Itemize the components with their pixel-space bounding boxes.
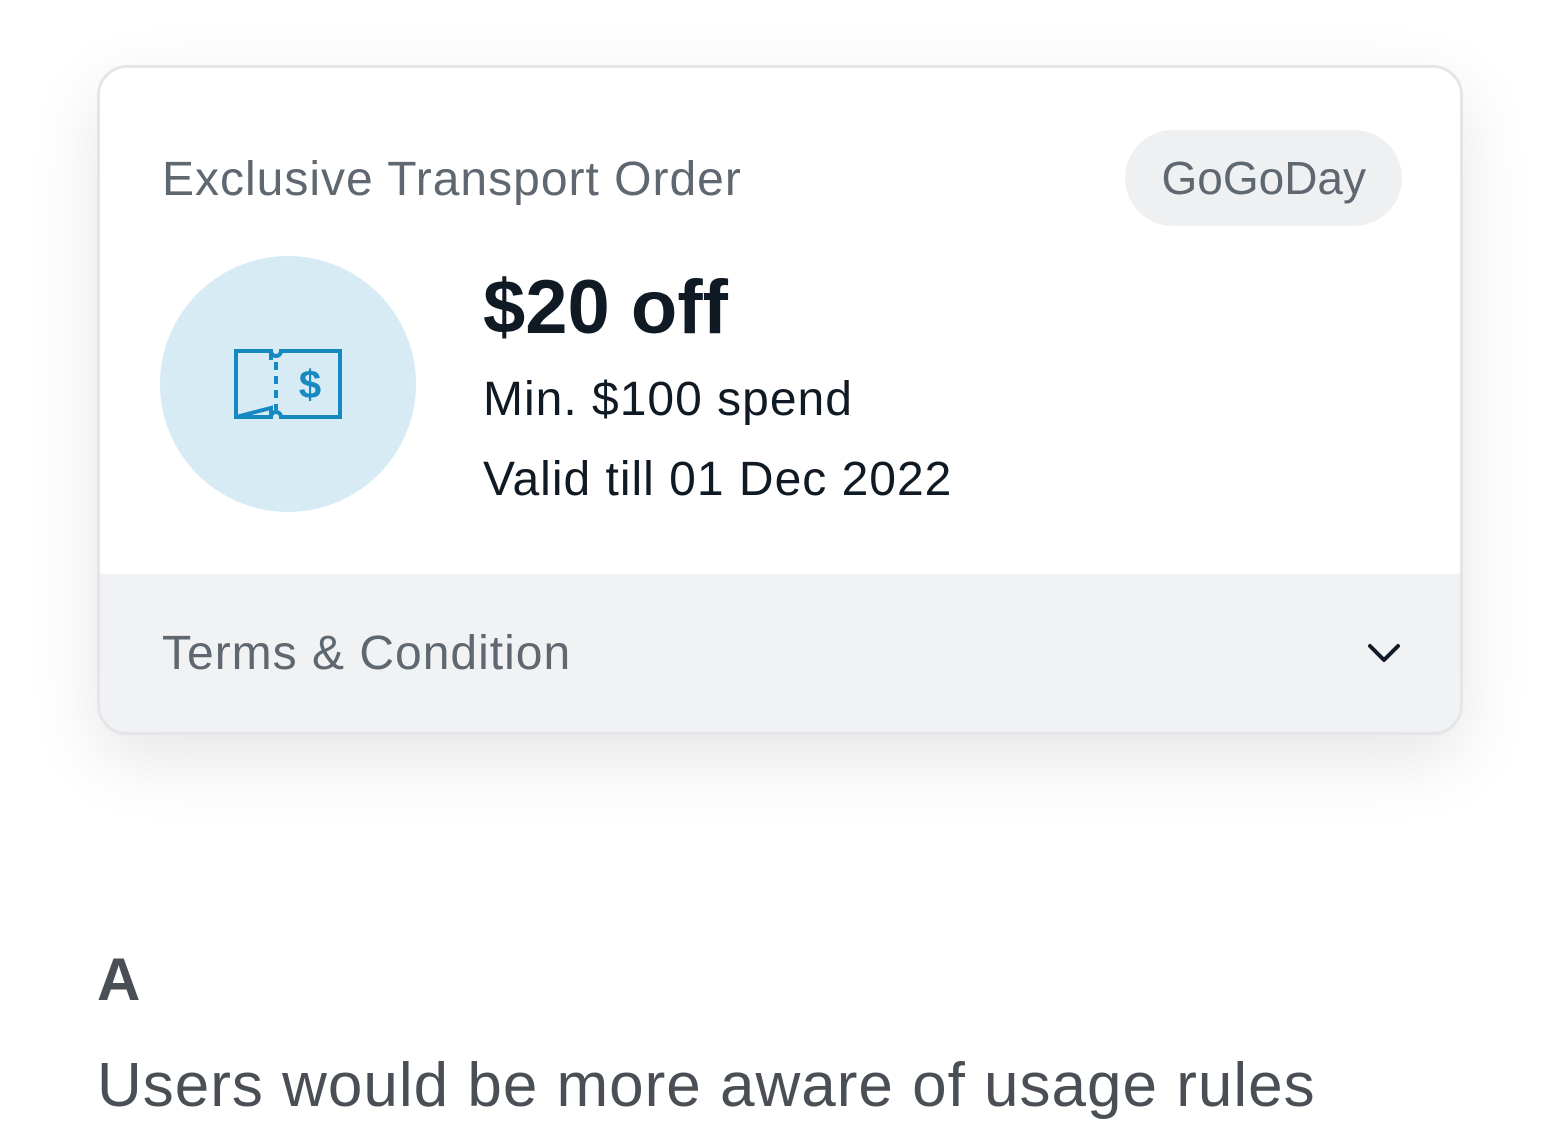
- offer-amount: $20 off: [483, 265, 728, 350]
- svg-text:$: $: [299, 363, 321, 407]
- voucher-card-body: Exclusive Transport Order GoGoDay $ $20 …: [100, 68, 1460, 577]
- voucher-card[interactable]: Exclusive Transport Order GoGoDay $ $20 …: [97, 65, 1463, 735]
- merchant-badge: GoGoDay: [1125, 130, 1402, 226]
- minimum-spend: Min. $100 spend: [483, 373, 853, 426]
- option-letter: A: [97, 946, 141, 1013]
- option-description: Users would be more aware of usage rules: [97, 1051, 1316, 1120]
- validity-date: Valid till 01 Dec 2022: [483, 453, 953, 506]
- terms-label: Terms & Condition: [162, 626, 572, 680]
- screen: Exclusive Transport Order GoGoDay $ $20 …: [0, 0, 1560, 1144]
- voucher-category: Exclusive Transport Order: [162, 153, 742, 206]
- voucher-icon-circle: $: [160, 256, 416, 512]
- terms-toggle[interactable]: Terms & Condition: [100, 574, 1460, 732]
- chevron-down-icon[interactable]: [1364, 633, 1404, 673]
- offer-details: $20 off Min. $100 spend Valid till 01 De…: [483, 266, 952, 508]
- ticket-dollar-icon: $: [234, 349, 342, 419]
